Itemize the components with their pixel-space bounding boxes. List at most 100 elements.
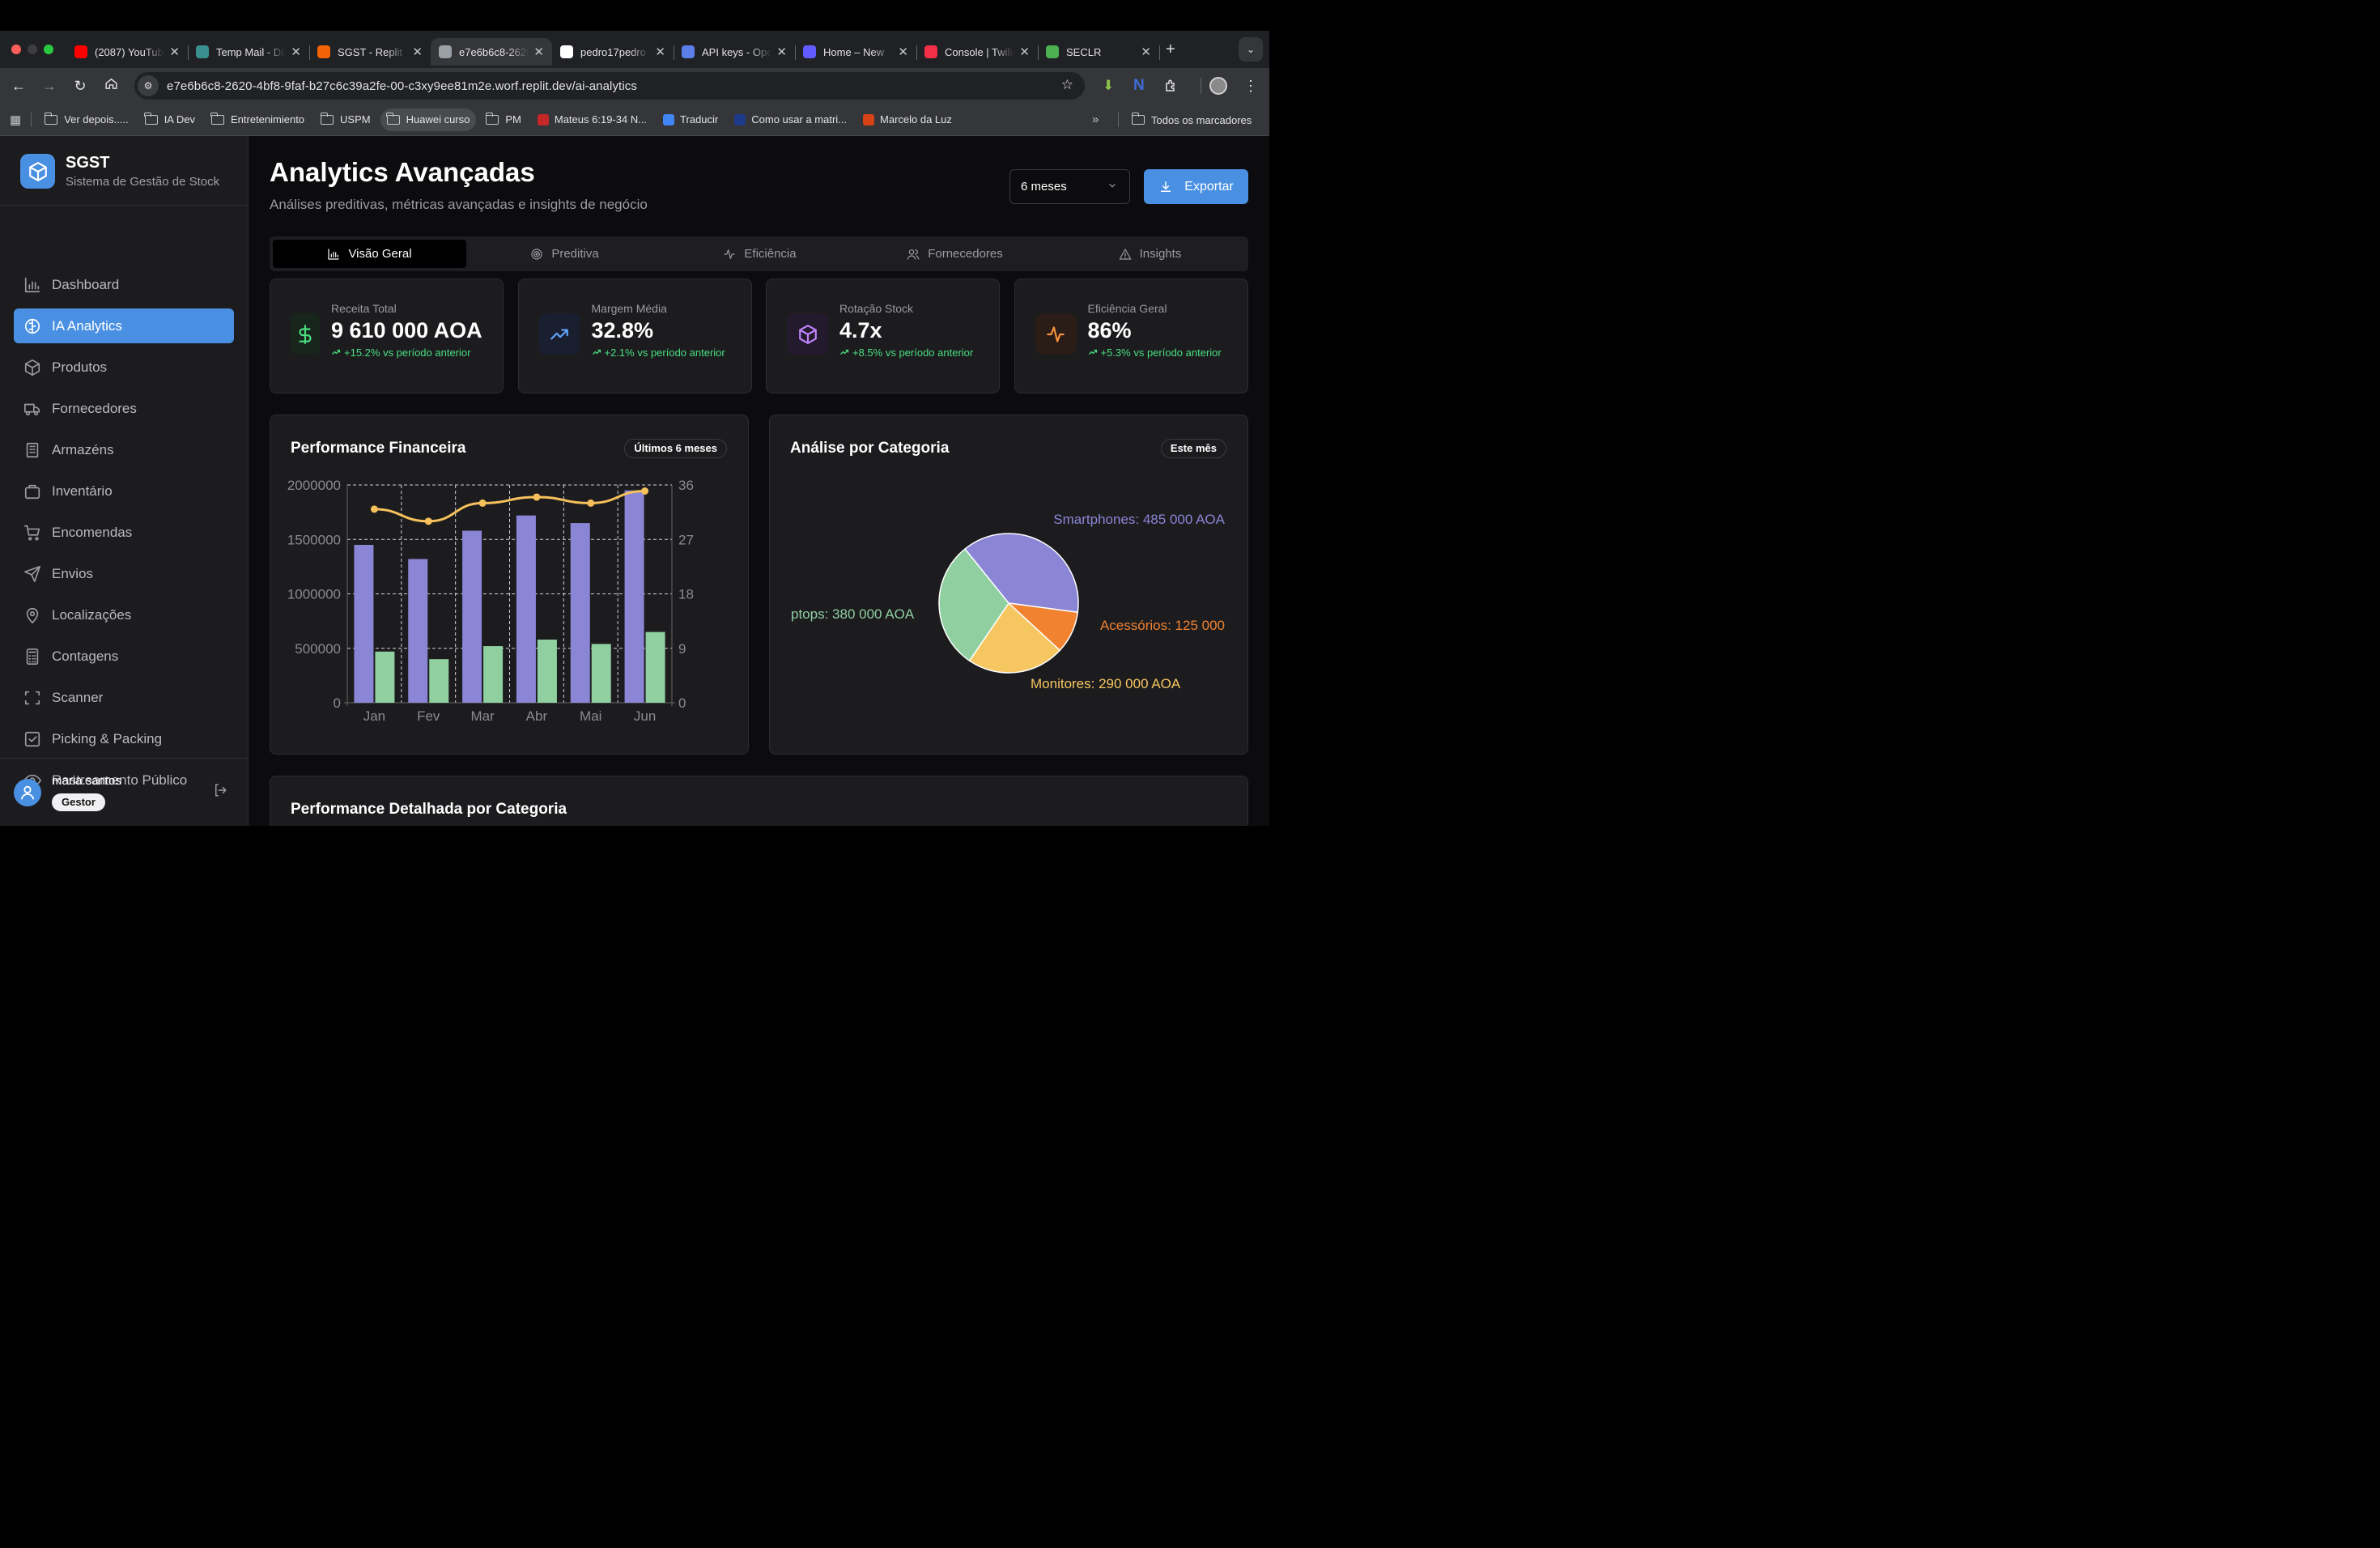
sidebar-item-invent-rio[interactable]: Inventário	[14, 474, 234, 508]
close-tab-icon[interactable]: ✕	[533, 45, 544, 59]
bar-revenue	[624, 490, 644, 703]
browser-menu-icon[interactable]: ⋮	[1243, 68, 1258, 104]
folder-icon	[320, 112, 334, 125]
scan-icon	[24, 691, 40, 704]
tab-label: Visão Geral	[348, 247, 412, 261]
notion-extension-icon[interactable]: N	[1133, 68, 1145, 104]
cart-icon	[24, 525, 40, 541]
bookmark-item[interactable]: USPM	[314, 108, 377, 131]
sidebar-item-armaz-ns[interactable]: Armazéns	[14, 432, 234, 467]
kpi-change: +2.1% vs período anterior	[592, 346, 746, 359]
sidebar-item-fornecedores[interactable]: Fornecedores	[14, 391, 234, 426]
bookmark-item[interactable]: Mateus 6:19-34 N...	[531, 108, 653, 131]
tab-eficiencia[interactable]: Eficiência	[663, 240, 856, 268]
sidebar-item-scanner[interactable]: Scanner	[14, 680, 234, 715]
tab-insights[interactable]: Insights	[1053, 240, 1247, 268]
close-tab-icon[interactable]: ✕	[412, 45, 423, 59]
sidebar-item-produtos[interactable]: Produtos	[14, 350, 234, 385]
sidebar-item-localiza-es[interactable]: Localizações	[14, 598, 234, 632]
bookmark-item[interactable]: IA Dev	[138, 108, 202, 131]
bookmark-item[interactable]: Entretenimiento	[205, 108, 311, 131]
sidebar-item-label: Fornecedores	[52, 400, 137, 416]
system-bar	[0, 0, 1269, 31]
extensions-puzzle-icon[interactable]	[1164, 68, 1179, 104]
forward-button[interactable]: →	[34, 78, 65, 95]
new-tab-button[interactable]: +	[1166, 40, 1175, 59]
browser-tab[interactable]: Console | Twilio ✕	[916, 38, 1039, 66]
folder-icon	[44, 112, 58, 125]
tab-title: SECLR	[1066, 45, 1102, 58]
margin-point	[641, 487, 649, 495]
bookmark-item[interactable]: Ver depois.....	[38, 108, 135, 131]
tab-title: e7e6b6c8-2620	[459, 45, 529, 58]
bookmarks-separator	[31, 112, 32, 127]
bookmark-item[interactable]: Huawei curso	[380, 108, 477, 131]
minimize-window-button[interactable]	[28, 45, 37, 54]
site-info-icon[interactable]: ⚙	[138, 75, 159, 96]
sidebar-item-ia-analytics[interactable]: IA Analytics	[14, 308, 234, 343]
folder-icon	[210, 112, 224, 125]
tab-title: Home – New	[823, 45, 885, 58]
sidebar-item-label: Scanner	[52, 689, 104, 705]
app-subtitle: Sistema de Gestão de Stock	[66, 175, 220, 189]
trending-up-icon	[840, 349, 849, 355]
browser-tab[interactable]: e7e6b6c8-2620 ✕	[431, 38, 552, 66]
browser-tab[interactable]: Home – New ✕	[795, 38, 917, 66]
tab-title: SGST - Replit	[338, 45, 402, 58]
all-bookmarks-folder[interactable]: Todos os marcadores	[1125, 108, 1258, 131]
back-button[interactable]: ←	[3, 78, 34, 95]
sidebar-item-label: Localizações	[52, 606, 132, 623]
bookmark-item[interactable]: Como usar a matri...	[728, 108, 853, 131]
tab-title: pedro17pedro	[580, 45, 646, 58]
period-select[interactable]: 6 meses	[1009, 169, 1130, 204]
tab-preditiva[interactable]: Preditiva	[468, 240, 661, 268]
bookmark-star-icon[interactable]: ☆	[1061, 77, 1073, 93]
bookmark-item[interactable]: Marcelo da Luz	[856, 108, 958, 131]
bookmark-item[interactable]: PM	[479, 108, 528, 131]
tab-search-button[interactable]: ⌄	[1239, 37, 1263, 62]
close-tab-icon[interactable]: ✕	[776, 45, 787, 59]
reload-button[interactable]: ↻	[65, 78, 96, 95]
tab-fornecedores[interactable]: Fornecedores	[858, 240, 1052, 268]
close-tab-icon[interactable]: ✕	[169, 45, 180, 59]
close-tab-icon[interactable]: ✕	[1019, 45, 1030, 59]
close-tab-icon[interactable]: ✕	[898, 45, 908, 59]
browser-tab[interactable]: SGST - Replit ✕	[309, 38, 431, 66]
close-window-button[interactable]	[11, 45, 21, 54]
sidebar-item-envios[interactable]: Envios	[14, 556, 234, 591]
sidebar-divider-bottom	[0, 758, 249, 759]
browser-tab[interactable]: (2087) YouTube ✕	[66, 38, 189, 66]
more-bookmarks-icon[interactable]: »	[1092, 113, 1099, 126]
sidebar-item-dashboard[interactable]: Dashboard	[14, 267, 234, 302]
browser-tab[interactable]: SECLR ✕	[1038, 38, 1160, 66]
tab-title: (2087) YouTube	[95, 45, 165, 58]
category-pie-chart: Smartphones: 485 000 AOA Acessórios: 125 …	[791, 512, 1226, 691]
user-avatar-icon[interactable]	[14, 779, 41, 806]
browser-tab[interactable]: API keys - OpenAI ✕	[674, 38, 796, 66]
sidebar-item-contagens[interactable]: Contagens	[14, 639, 234, 674]
download-extension-icon[interactable]: ⬇	[1103, 68, 1114, 104]
close-tab-icon[interactable]: ✕	[655, 45, 665, 59]
maximize-window-button[interactable]	[44, 45, 53, 54]
dollar-icon	[299, 324, 312, 344]
export-button[interactable]: Exportar	[1144, 169, 1248, 204]
apps-grid-icon[interactable]: ▦	[10, 113, 21, 127]
site-favicon-icon	[537, 113, 549, 125]
x-tick-label: Mar	[470, 708, 495, 724]
home-button[interactable]	[96, 77, 126, 95]
bookmark-item[interactable]: Traducir	[657, 108, 725, 131]
profile-avatar[interactable]	[1209, 68, 1227, 104]
sidebar-item-encomendas[interactable]: Encomendas	[14, 515, 234, 550]
tab-visao-geral[interactable]: Visão Geral	[273, 240, 466, 268]
bar-revenue	[354, 544, 374, 703]
bookmark-label: Huawei curso	[406, 113, 470, 125]
address-bar[interactable]: ⚙ e7e6b6c8-2620-4bf8-9faf-b27c6c39a2fe-0…	[134, 72, 1085, 100]
browser-tab[interactable]: pedro17pedro ✕	[552, 38, 674, 66]
close-tab-icon[interactable]: ✕	[1141, 45, 1151, 59]
close-tab-icon[interactable]: ✕	[291, 45, 301, 59]
trending-up-icon	[550, 329, 568, 339]
logout-icon[interactable]	[213, 783, 227, 802]
browser-tab[interactable]: Temp Mail - Disposable ✕	[188, 38, 310, 66]
detailed-card-title: Performance Detalhada por Categoria	[291, 801, 567, 818]
sidebar-item-picking-packing[interactable]: Picking & Packing	[14, 721, 234, 756]
